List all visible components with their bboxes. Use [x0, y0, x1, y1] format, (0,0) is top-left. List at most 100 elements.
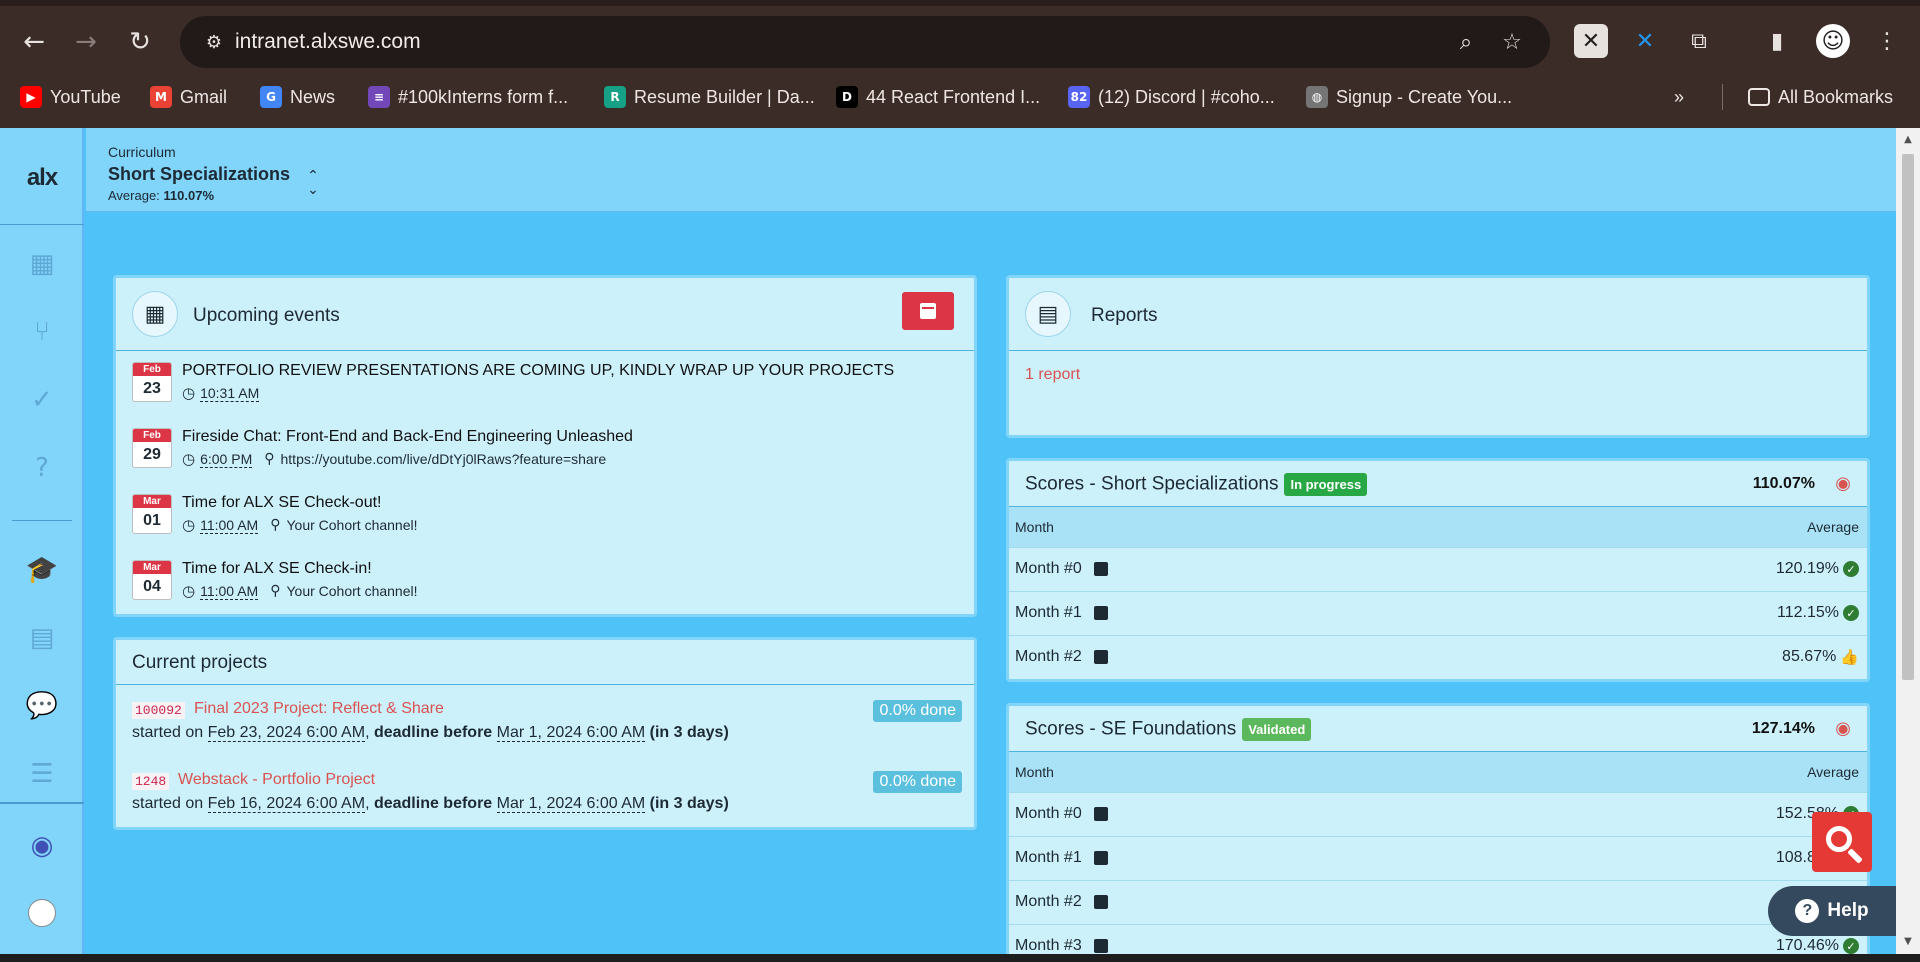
month-label: Month #2	[1015, 893, 1082, 910]
event-location: https://youtube.com/live/dDtYj0lRaws?fea…	[280, 451, 607, 467]
discord-icon[interactable]: ◉	[22, 826, 62, 866]
bookmark-star-icon[interactable]: ☆	[1498, 28, 1526, 56]
profile-avatar[interactable]: ☺	[1816, 24, 1850, 58]
deadline-label: deadline before	[373, 795, 493, 812]
question-icon[interactable]: ?	[22, 448, 62, 488]
table-row[interactable]: Month #1108.89%✓	[1009, 836, 1867, 880]
event-meta: ◷ 11:00 AM ⚲ Your Cohort channel!	[182, 516, 418, 534]
bookmark-label: Signup - Create You...	[1336, 86, 1513, 107]
chat-icon[interactable]: 💬	[22, 686, 62, 726]
curriculum-name[interactable]: Short Specializations	[108, 164, 290, 185]
project-dates: started on Feb 16, 2024 6:00 AM, deadlin…	[132, 795, 729, 813]
month-cell: Month #1	[1015, 604, 1108, 622]
table-row[interactable]: Month #2 85.67% 👍	[1009, 635, 1867, 679]
eye-icon[interactable]: ◉	[1835, 718, 1851, 739]
event-item[interactable]: Feb 29 Fireside Chat: Front-End and Back-E…	[132, 428, 962, 484]
bookmark-item[interactable]: G News	[260, 84, 335, 110]
page-scrollbar[interactable]: ▲ ▼	[1896, 128, 1920, 954]
table-row[interactable]: Month #0 120.19% ✓	[1009, 547, 1867, 591]
search-icon-handle	[1847, 848, 1863, 864]
bookmarks-overflow-icon[interactable]: »	[1674, 84, 1684, 110]
reload-icon[interactable]: ↻	[120, 22, 160, 62]
calendar-icon[interactable]	[1093, 562, 1108, 576]
servers-icon[interactable]: ☰	[22, 754, 62, 794]
event-day: 29	[143, 446, 161, 463]
date-badge: Mar 04	[132, 560, 172, 600]
event-item[interactable]: Mar 01 Time for ALX SE Check-out! ◷ 11:00 AM…	[132, 494, 962, 550]
event-title: Time for ALX SE Check-in!	[182, 560, 372, 577]
project-link[interactable]: Final 2023 Project: Reflect & Share	[194, 700, 444, 718]
scores-title: Scores - Short Specializations In progres…	[1025, 473, 1368, 496]
document-icon[interactable]: ▤	[22, 618, 62, 658]
bookmark-item[interactable]: ◍ Signup - Create You...	[1306, 84, 1512, 110]
calendar-button[interactable]	[902, 292, 954, 330]
average-cell: 85.67% 👍	[1782, 648, 1859, 666]
help-button[interactable]: ? Help	[1768, 886, 1896, 936]
project-id: 100092	[132, 702, 185, 719]
scroll-up-icon[interactable]: ▲	[1902, 134, 1914, 146]
url-text[interactable]: intranet.alxswe.com	[235, 30, 421, 54]
scroll-thumb[interactable]	[1902, 154, 1914, 680]
event-day: 23	[143, 380, 161, 397]
scores-total: 110.07%	[1752, 475, 1815, 492]
panel-title: Reports	[1091, 305, 1158, 326]
bookmark-label: Resume Builder | Da...	[634, 86, 815, 107]
bookmark-item[interactable]: ≡ #100kInterns form f...	[368, 84, 568, 110]
site-info-icon[interactable]: ⚙	[202, 30, 226, 54]
progress-badge: 0.0% done	[873, 771, 962, 793]
address-bar[interactable]: ⚙ intranet.alxswe.com ⌕ ☆	[180, 16, 1550, 68]
curriculum-switch-icon[interactable]: ⌃ ⌄	[300, 166, 326, 200]
calendar-icon[interactable]	[1093, 807, 1108, 821]
project-link[interactable]: Webstack - Portfolio Project	[178, 771, 375, 789]
clock-icon: ◷	[182, 450, 196, 468]
remaining-time: (in 3 days)	[649, 795, 729, 812]
back-icon[interactable]: ←	[14, 22, 54, 62]
event-item[interactable]: Mar 04 Time for ALX SE Check-in! ◷ 11:00 AM ⚲…	[132, 560, 962, 616]
user-avatar[interactable]	[22, 893, 62, 933]
curriculum-label: Curriculum	[108, 144, 176, 160]
panel-title: Upcoming events	[193, 305, 340, 326]
zoom-icon[interactable]: ⌕	[1452, 28, 1480, 56]
calendar-icon[interactable]: ▦	[22, 244, 62, 284]
reports-link[interactable]: 1 report	[1025, 366, 1080, 384]
calendar-icon[interactable]	[1093, 606, 1108, 620]
event-month: Feb	[133, 429, 171, 442]
table-row[interactable]: Month #21✓	[1009, 880, 1867, 924]
curriculum-fork-icon[interactable]: ⑂	[22, 312, 62, 352]
forward-icon[interactable]: →	[66, 22, 106, 62]
scroll-down-icon[interactable]: ▼	[1902, 936, 1914, 948]
panel-title: Current projects	[132, 652, 268, 673]
bookmark-item[interactable]: 82 (12) Discord | #coho...	[1068, 84, 1275, 110]
side-panel-icon[interactable]: ▮	[1760, 24, 1794, 58]
bookmark-item[interactable]: M Gmail	[150, 84, 227, 110]
event-month: Mar	[133, 561, 171, 574]
eye-icon[interactable]: ◉	[1835, 473, 1851, 494]
average-value: 170.46%	[1775, 937, 1839, 954]
checkmark-icon[interactable]: ✓	[22, 380, 62, 420]
bookmark-item[interactable]: ▶ YouTube	[20, 84, 121, 110]
table-row[interactable]: Month #1 112.15% ✓	[1009, 591, 1867, 635]
bookmark-item[interactable]: D 44 React Frontend I...	[836, 84, 1040, 110]
extension-icon[interactable]: ✕	[1628, 24, 1662, 58]
search-button[interactable]	[1812, 812, 1872, 872]
check-circle-icon: ✓	[1843, 938, 1859, 954]
extensions-puzzle-icon[interactable]: ⧉	[1682, 24, 1716, 58]
alx-logo[interactable]: alx	[14, 164, 70, 194]
extension-icon[interactable]: ✕	[1574, 24, 1608, 58]
event-month: Mar	[133, 495, 171, 508]
calendar-icon[interactable]	[1093, 650, 1108, 664]
event-item[interactable]: Feb 23 PORTFOLIO REVIEW PRESENTATIONS ARE …	[132, 362, 962, 418]
calendar-icon[interactable]	[1093, 939, 1108, 953]
bookmark-item[interactable]: R Resume Builder | Da...	[604, 84, 815, 110]
status-badge: Validated	[1242, 718, 1312, 741]
table-row[interactable]: Month #0152.58%✓	[1009, 792, 1867, 836]
google-news-icon: G	[260, 86, 282, 108]
bookmark-label: YouTube	[50, 86, 121, 107]
check-circle-icon: ✓	[1843, 605, 1859, 621]
sidebar: alx ▦ ⑂ ✓ ? 🎓 ▤ 💬 ☰ ◉	[0, 128, 84, 962]
calendar-icon[interactable]	[1093, 895, 1108, 909]
graduation-cap-icon[interactable]: 🎓	[22, 550, 62, 590]
all-bookmarks-button[interactable]: All Bookmarks	[1748, 84, 1893, 110]
menu-icon[interactable]: ⋮	[1870, 24, 1904, 58]
calendar-icon[interactable]	[1093, 851, 1108, 865]
